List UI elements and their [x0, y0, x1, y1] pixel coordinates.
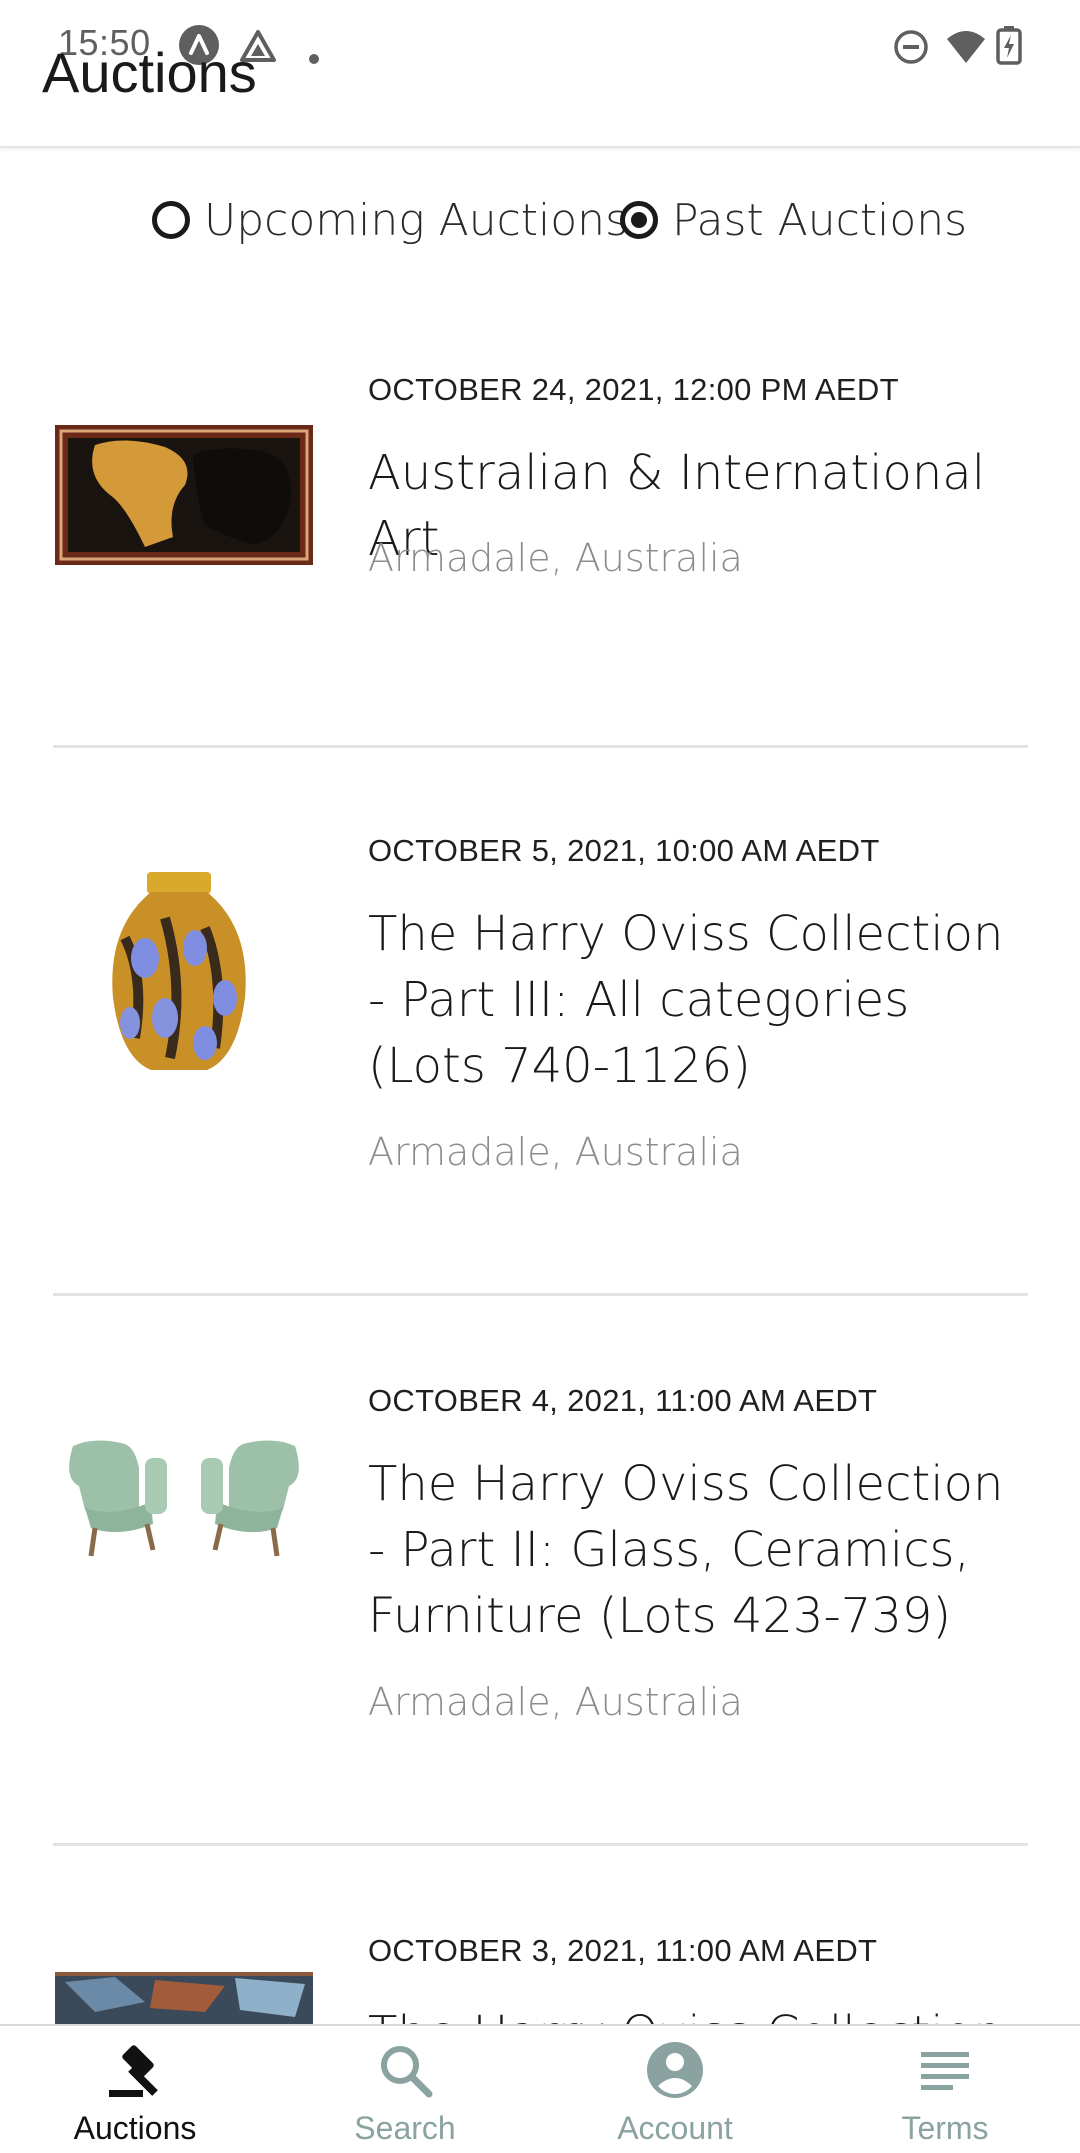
nav-auctions[interactable]: Auctions [0, 2026, 270, 2153]
auctions-screen: 15:50 Auctions Upcoming Auctions Past Au… [0, 0, 1080, 2153]
account-icon [647, 2042, 703, 2098]
upcoming-auctions-label: Upcoming Auctions [204, 194, 628, 246]
gavel-icon [109, 2045, 158, 2097]
battery-charging-icon [996, 26, 1022, 65]
auction-date: OCTOBER 4, 2021, 11:00 AM AEDT [368, 1383, 878, 1418]
auction-location: Armadale, Australia [368, 1130, 743, 1174]
app-bar: 15:50 Auctions [0, 0, 1080, 148]
search-icon [381, 2046, 433, 2098]
nav-terms-label: Terms [901, 2110, 989, 2146]
auction-date: OCTOBER 5, 2021, 10:00 AM AEDT [368, 833, 880, 868]
auction-list-item[interactable]: OCTOBER 4, 2021, 11:00 AM AEDT The Harry… [0, 1298, 1080, 1848]
list-divider [53, 1293, 1028, 1296]
abstract-painting-thumbnail [55, 425, 313, 565]
auction-list-item[interactable]: OCTOBER 3, 2021, 11:00 AM AEDT The Harry… [0, 1848, 1080, 2062]
auction-date: OCTOBER 24, 2021, 12:00 PM AEDT [368, 372, 899, 407]
auction-filter: Upcoming Auctions Past Auctions [0, 180, 1080, 260]
glass-vase-thumbnail [112, 872, 246, 1070]
past-auctions-label: Past Auctions [672, 194, 968, 246]
page-title: Auctions [42, 41, 257, 104]
more-notifications-dot-icon [309, 54, 319, 64]
painting-thumbnail [55, 1972, 313, 2032]
armchairs-thumbnail [69, 1440, 299, 1557]
auction-title: The Harry Oviss Collection - Part III: A… [368, 906, 1004, 1094]
radio-checked-icon [620, 201, 658, 239]
auction-date: OCTOBER 3, 2021, 11:00 AM AEDT [368, 1933, 878, 1968]
past-auctions-radio[interactable]: Past Auctions [620, 180, 967, 260]
bottom-navigation: Auctions Search Account Terms [0, 2024, 1080, 2153]
nav-search-label: Search [354, 2110, 456, 2146]
wifi-icon [947, 31, 985, 63]
nav-terms[interactable]: Terms [810, 2026, 1080, 2153]
terms-icon [921, 2052, 969, 2090]
upcoming-auctions-radio[interactable]: Upcoming Auctions [152, 180, 628, 260]
nav-auctions-label: Auctions [73, 2110, 197, 2146]
nav-search[interactable]: Search [270, 2026, 540, 2153]
nav-account-label: Account [617, 2110, 733, 2146]
list-divider [53, 1843, 1028, 1846]
auction-title: The Harry Oviss Collection - Part II: Gl… [368, 1456, 1004, 1644]
radio-unchecked-icon [152, 201, 190, 239]
auction-location: Armadale, Australia [368, 1680, 743, 1724]
nav-account[interactable]: Account [540, 2026, 810, 2153]
auction-list-item[interactable]: OCTOBER 24, 2021, 12:00 PM AEDT Australi… [0, 300, 1080, 750]
do-not-disturb-icon [894, 30, 928, 64]
auction-location: Armadale, Australia [368, 536, 743, 580]
auction-list-item[interactable]: OCTOBER 5, 2021, 10:00 AM AEDT The Harry… [0, 748, 1080, 1298]
